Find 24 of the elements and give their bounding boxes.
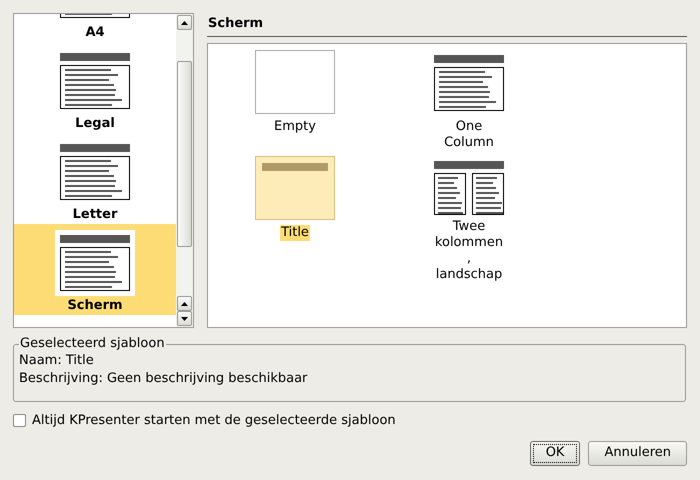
arrow-down-icon [181,316,188,320]
template-label[interactable]: Twee kolommen , landschap [434,219,504,283]
arrow-up-icon [181,20,188,24]
dialog-button[interactable]: Annuleren [588,440,687,466]
info-line: Naam: Title [19,352,94,370]
dialog-button[interactable]: OK [530,440,580,466]
template-label[interactable]: Empty [273,119,317,135]
checkbox[interactable] [13,414,26,428]
scrollbar-thumb[interactable] [177,61,192,247]
scrollbar[interactable] [176,14,193,327]
checkbox-label: Altijd KPresenter starten met de geselecteerde sjabloon [32,412,396,430]
template-label[interactable]: One Column [443,119,495,151]
template-list-item[interactable]: Scherm [14,224,176,315]
section-title: Scherm [208,15,264,33]
scroll-up-button[interactable] [177,296,192,311]
slide-thumbnail [60,235,130,291]
arrow-up-icon [181,302,188,306]
scroll-down-button[interactable] [177,311,192,326]
scroll-up-button[interactable] [177,15,192,30]
group-title: Geselecteerd sjabloon [19,336,166,352]
info-line: Beschrijving: Geen beschrijving beschikbaar [19,370,308,388]
template-label[interactable]: Title [280,225,310,241]
slide-thumbnail [60,53,130,109]
slide-thumbnail [60,144,130,200]
